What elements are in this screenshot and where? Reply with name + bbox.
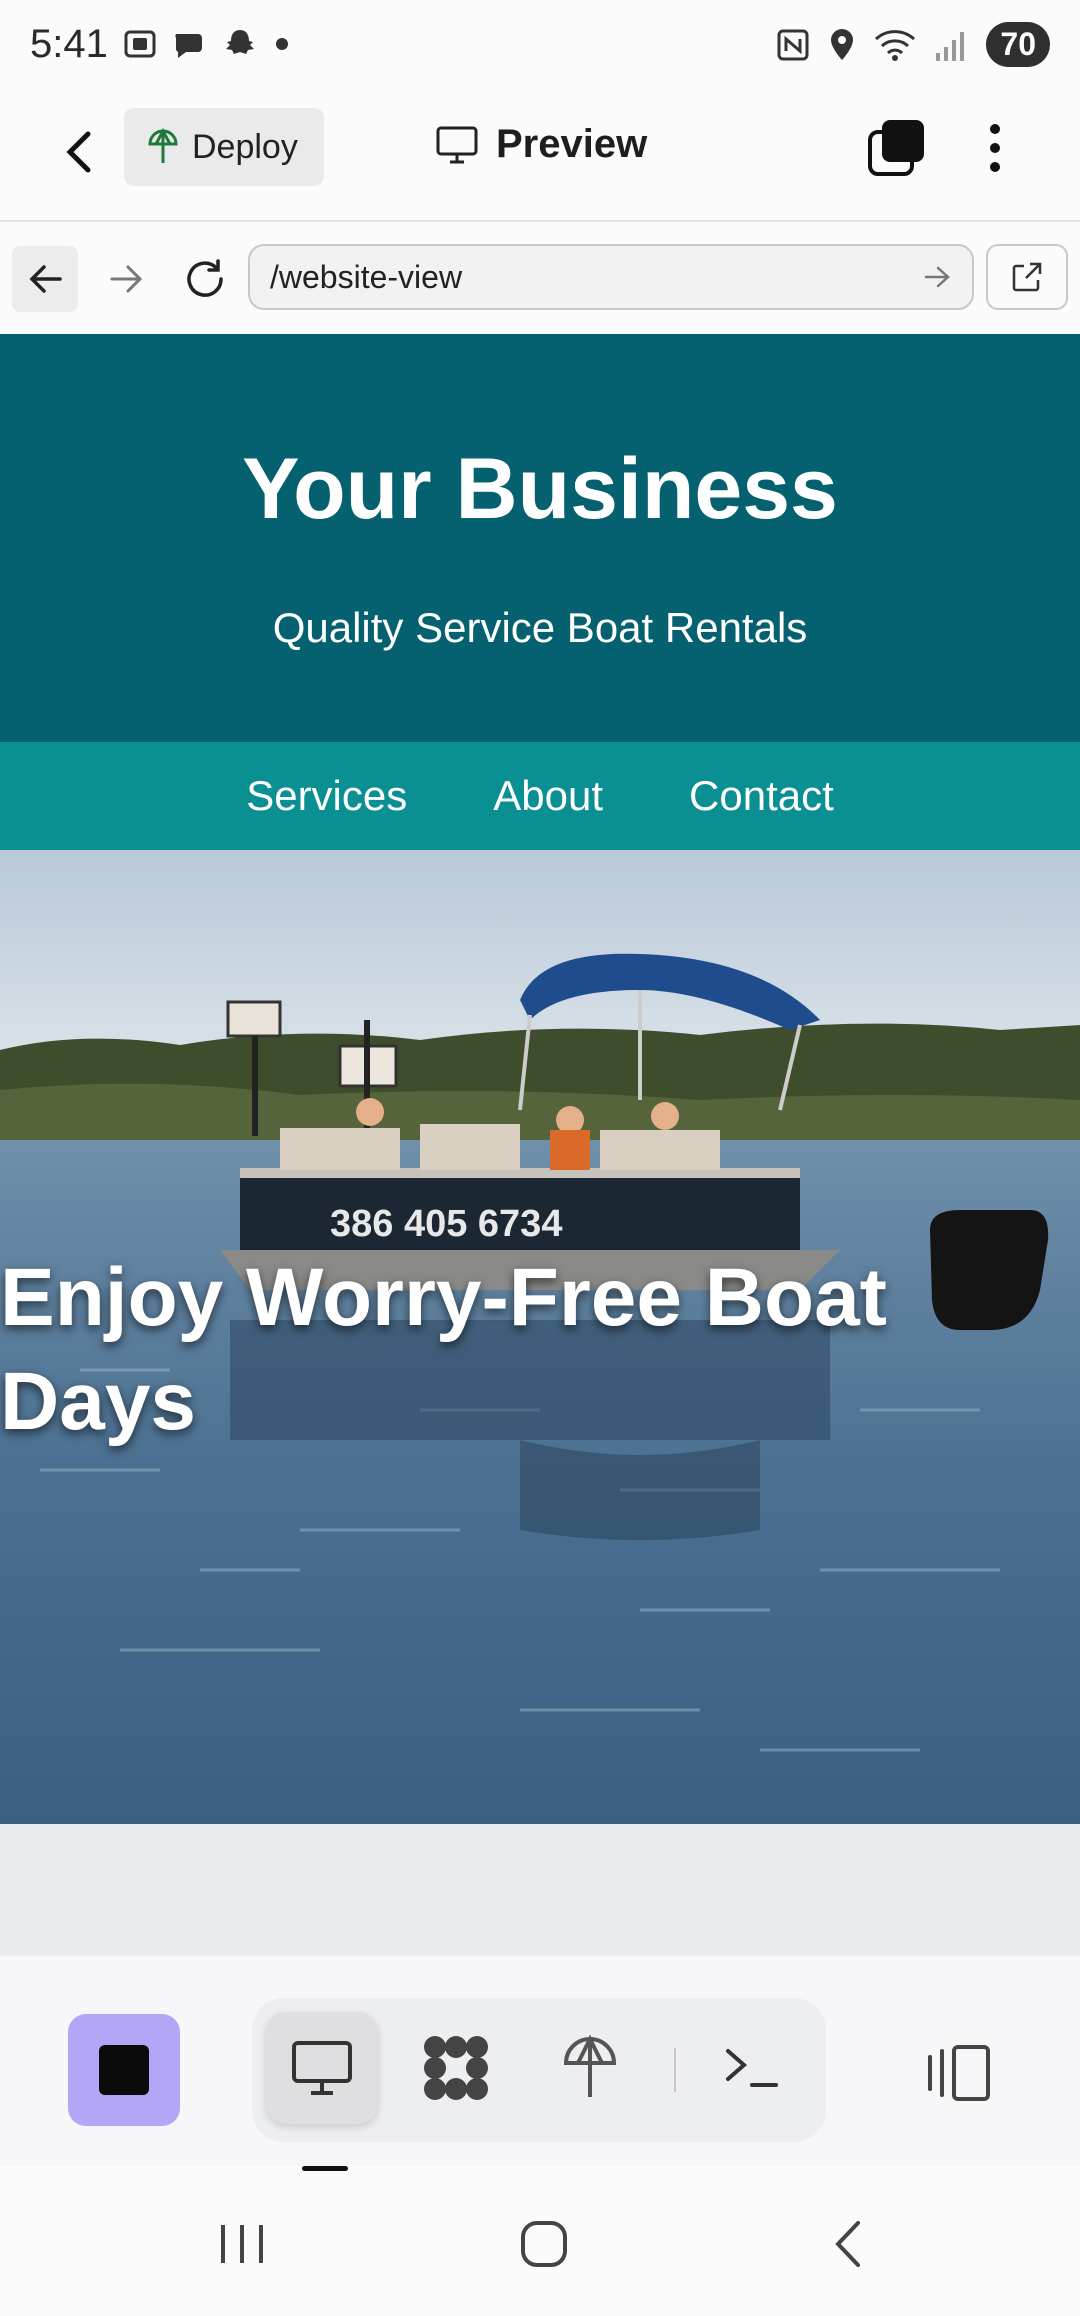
tabs-icon xyxy=(868,120,924,176)
deploy-button[interactable]: Deploy xyxy=(124,108,324,186)
home-icon xyxy=(521,2221,567,2267)
site-title: Your Business xyxy=(242,441,838,537)
dot-icon xyxy=(990,124,1000,134)
preview-label: Preview xyxy=(496,122,648,166)
signal-icon xyxy=(936,31,965,61)
status-bar: 5:41 70 xyxy=(0,0,1080,96)
recent-apps-icon xyxy=(221,2225,263,2263)
chevron-left-icon xyxy=(66,131,91,173)
more-menu-button[interactable] xyxy=(975,118,1015,178)
back-button[interactable] xyxy=(50,122,110,182)
dock-terminal-button[interactable] xyxy=(696,2012,808,2124)
browser-back-button[interactable] xyxy=(12,246,78,312)
open-external-button[interactable] xyxy=(986,244,1068,310)
preview-title[interactable]: Preview xyxy=(436,122,647,167)
nav-link-about[interactable]: About xyxy=(493,772,603,820)
browser-bar: /website-view xyxy=(0,236,1080,332)
hero-heading: Enjoy Worry-Free Boat Days xyxy=(0,1252,887,1447)
dot-icon xyxy=(276,38,288,50)
home-button[interactable] xyxy=(504,2214,584,2274)
deploy-icon xyxy=(148,128,178,163)
dock-apps-button[interactable] xyxy=(400,2012,512,2124)
snapchat-icon xyxy=(226,30,254,54)
monitor-icon xyxy=(292,2041,352,2095)
arrow-left-icon xyxy=(29,265,62,293)
dot-icon xyxy=(990,143,1000,153)
nav-link-services[interactable]: Services xyxy=(246,772,407,820)
status-right: 70 xyxy=(776,22,1050,67)
external-link-icon xyxy=(1012,262,1042,292)
reload-button[interactable] xyxy=(172,246,238,312)
site-header: Your Business Quality Service Boat Renta… xyxy=(0,334,1080,742)
panel-toggle-icon xyxy=(928,2045,990,2101)
tabs-button[interactable] xyxy=(866,118,926,178)
chevron-left-icon xyxy=(835,2221,860,2267)
dock-deploy-button[interactable] xyxy=(534,2012,646,2124)
panel-toggle-button[interactable] xyxy=(914,2028,1004,2118)
status-time: 5:41 xyxy=(30,22,108,66)
reload-icon xyxy=(187,259,223,297)
nfc-icon xyxy=(777,29,809,60)
website-preview: Your Business Quality Service Boat Renta… xyxy=(0,334,1080,1956)
url-text: /website-view xyxy=(270,258,463,295)
deploy-icon xyxy=(563,2035,617,2097)
browser-forward-button[interactable] xyxy=(94,246,160,312)
dock-separator xyxy=(674,2048,676,2092)
grid-icon xyxy=(424,2036,488,2100)
monitor-icon xyxy=(436,126,478,163)
go-arrow-icon[interactable] xyxy=(924,265,952,289)
arrow-right-icon xyxy=(110,265,143,293)
bottom-dock xyxy=(0,1956,1080,2171)
svg-text:386 405 6734: 386 405 6734 xyxy=(330,1203,562,1245)
dock-group xyxy=(252,1998,826,2142)
chat-icon xyxy=(175,34,202,58)
url-field[interactable]: /website-view xyxy=(248,244,974,310)
battery-indicator: 70 xyxy=(986,22,1050,67)
site-nav: Services About Contact xyxy=(0,742,1080,850)
recent-apps-button[interactable] xyxy=(202,2214,282,2274)
hero-section: 386 405 6734 Enjoy Worry-Free Boat Days xyxy=(0,850,1080,1824)
terminal-icon xyxy=(726,2049,778,2087)
deploy-label: Deploy xyxy=(192,127,298,166)
dot-icon xyxy=(990,162,1000,172)
status-left-icons xyxy=(122,26,292,62)
location-icon xyxy=(831,28,854,60)
system-nav-bar xyxy=(0,2170,1080,2316)
app-toolbar: Deploy Preview xyxy=(0,100,1080,222)
stop-icon xyxy=(99,2045,149,2095)
nav-link-contact[interactable]: Contact xyxy=(689,772,834,820)
dock-preview-button[interactable] xyxy=(266,2012,378,2124)
wifi-icon xyxy=(875,29,916,61)
stop-button[interactable] xyxy=(68,2014,180,2126)
screenshot-icon xyxy=(124,30,156,58)
system-back-button[interactable] xyxy=(808,2214,888,2274)
site-tagline: Quality Service Boat Rentals xyxy=(272,604,808,651)
